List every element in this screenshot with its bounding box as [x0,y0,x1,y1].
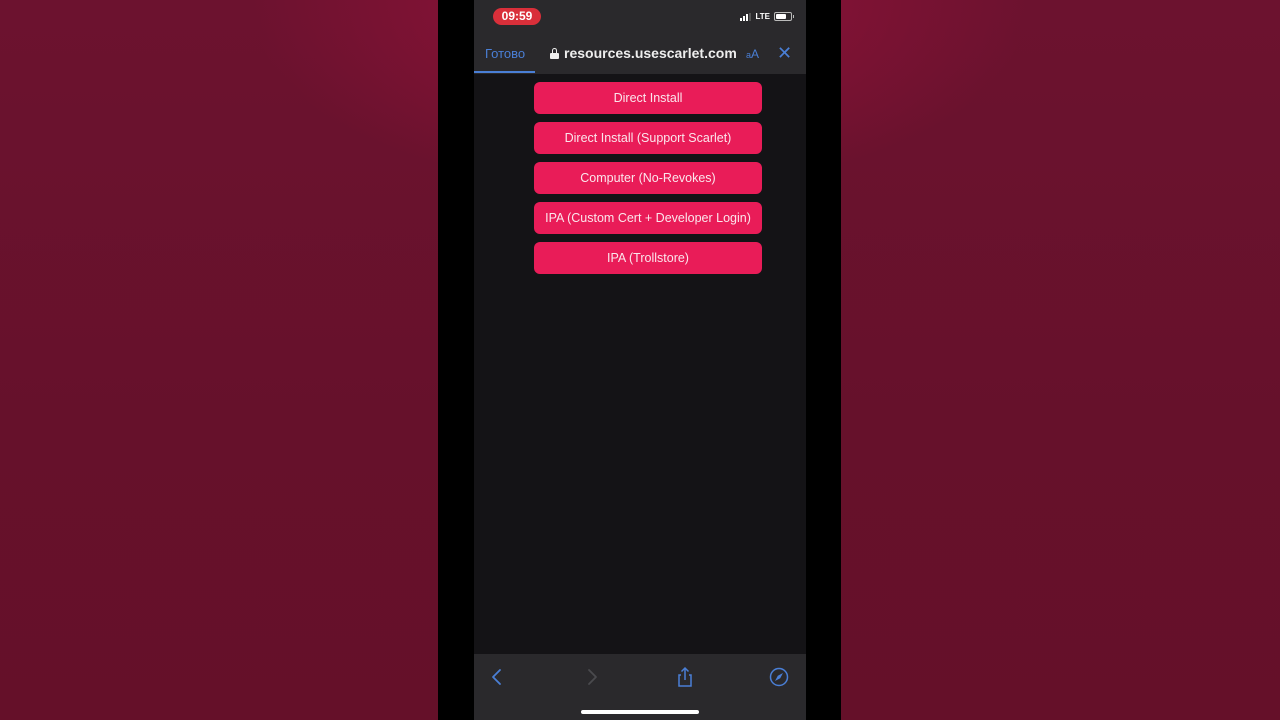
signal-icon [740,12,752,21]
close-icon[interactable]: ✕ [777,44,792,62]
ipa-trollstore-button[interactable]: IPA (Trollstore) [534,242,762,274]
install-options: Direct Install Direct Install (Support S… [534,82,762,274]
compass-icon[interactable] [768,666,790,688]
computer-no-revokes-button[interactable]: Computer (No-Revokes) [534,162,762,194]
chevron-left-icon[interactable] [486,666,508,688]
url-text: resources.usescarlet.com [564,45,737,61]
done-button[interactable]: Готово [485,46,525,61]
browser-nav-bar: Готово resources.usescarlet.com aA ✕ [474,36,806,74]
browser-toolbar [474,654,806,720]
home-indicator [581,710,699,714]
share-icon[interactable] [674,666,696,688]
direct-install-button[interactable]: Direct Install [534,82,762,114]
battery-icon [774,12,794,21]
done-underline [474,71,535,73]
battery-level [776,14,786,19]
ipa-custom-cert-button[interactable]: IPA (Custom Cert + Developer Login) [534,202,762,234]
text-size-button[interactable]: aA [746,47,759,61]
web-content: Direct Install Direct Install (Support S… [474,74,806,654]
chevron-right-icon[interactable] [581,666,603,688]
status-time: 09:59 [493,8,541,25]
status-bar: 09:59 LTE [474,0,806,36]
lock-icon [550,47,559,59]
network-type: LTE [755,12,770,21]
phone-screen: 09:59 LTE Готово resources.usescarlet.co… [474,0,806,720]
status-indicators: LTE [740,12,794,21]
address-bar[interactable]: resources.usescarlet.com [550,45,737,61]
direct-install-support-button[interactable]: Direct Install (Support Scarlet) [534,122,762,154]
